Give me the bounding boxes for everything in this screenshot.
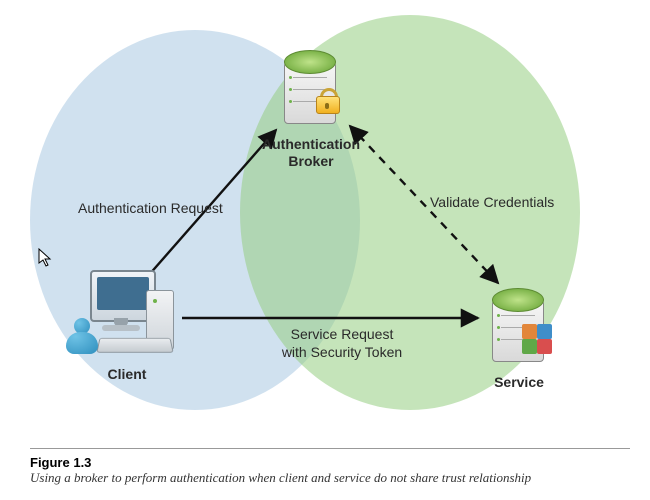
node-label-broker: Authentication Broker: [262, 136, 360, 170]
lock-icon: [316, 88, 338, 114]
edge-label-service-request: Service Request with Security Token: [242, 326, 442, 361]
edge-label-auth-request: Authentication Request: [78, 200, 223, 218]
figure-caption: Figure 1.3 Using a broker to perform aut…: [30, 448, 630, 486]
node-client: Client: [72, 270, 182, 383]
edge-label-line2: with Security Token: [282, 344, 402, 360]
node-label-client: Client: [108, 366, 147, 383]
mouse-cursor-icon: [38, 248, 52, 268]
diagram-page: Authentication Broker Client Service Aut…: [0, 0, 650, 500]
user-icon: [62, 316, 104, 358]
caption-rule: [30, 448, 630, 449]
edge-label-validate: Validate Credentials: [430, 194, 554, 212]
puzzle-icon: [522, 324, 552, 354]
caption-title: Figure 1.3: [30, 455, 630, 470]
caption-text: Using a broker to perform authentication…: [30, 470, 630, 486]
node-label-service: Service: [494, 374, 544, 391]
node-authentication-broker: Authentication Broker: [262, 32, 360, 170]
computer-icon: [72, 270, 182, 362]
server-icon: [268, 32, 354, 132]
node-service: Service: [476, 270, 562, 391]
server-icon: [476, 270, 562, 370]
edge-label-line1: Service Request: [291, 326, 394, 342]
